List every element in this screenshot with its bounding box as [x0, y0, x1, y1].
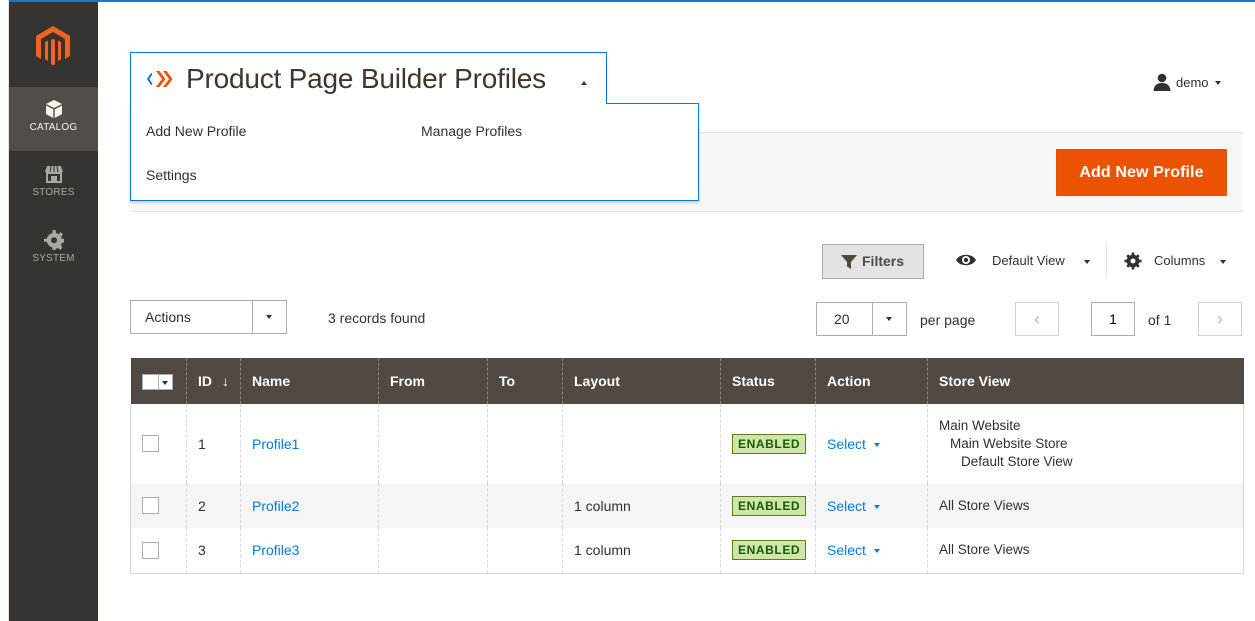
sidebar-item-label: STORES	[32, 187, 75, 198]
cell-to	[487, 483, 563, 528]
left-edge-strip	[0, 0, 9, 621]
title-dropdown-menu: Add New Profile Manage Profiles Settings	[130, 103, 699, 201]
previous-page-button[interactable]: ‹	[1015, 302, 1059, 336]
sidebar-item-catalog[interactable]: CATALOG	[9, 87, 98, 151]
sidebar-item-stores[interactable]: STORES	[9, 152, 98, 216]
chevron-down-icon	[873, 549, 880, 554]
funnel-icon	[841, 255, 857, 269]
cell-id: 3	[186, 528, 241, 574]
records-count: 3 records found	[328, 310, 426, 326]
sidebar-item-label: CATALOG	[29, 122, 78, 133]
cell-layout: 1 column	[562, 528, 721, 574]
cell-id: 2	[186, 483, 241, 528]
chevron-down-icon	[161, 380, 168, 385]
chevron-down-icon	[873, 442, 880, 447]
column-header-from[interactable]: From	[378, 358, 488, 404]
page-title-switcher[interactable]: Product Page Builder Profiles	[130, 52, 607, 104]
cell-layout	[562, 404, 721, 483]
per-page-value: 20	[834, 311, 850, 327]
column-header-layout[interactable]: Layout	[562, 358, 721, 404]
profile-name-link[interactable]: Profile3	[252, 542, 299, 558]
row-action-select[interactable]: Select	[827, 498, 882, 514]
page-title: Product Page Builder Profiles	[186, 63, 546, 94]
table-row[interactable]: 3 Profile3 1 column ENABLED Select All S…	[130, 528, 1244, 574]
next-page-button[interactable]: ›	[1198, 302, 1242, 336]
box-icon	[45, 100, 62, 118]
sidebar-item-system[interactable]: SYSTEM	[9, 218, 98, 282]
storefront-icon	[44, 165, 63, 183]
magento-logo-icon[interactable]	[35, 26, 71, 66]
cell-store-view: All Store Views	[927, 528, 1244, 574]
add-new-profile-button[interactable]: Add New Profile	[1056, 149, 1227, 196]
profile-name-link[interactable]: Profile2	[252, 498, 299, 514]
per-page-label: per page	[920, 312, 976, 328]
profiles-grid: ID ↓ Name From To Layout Status Action St…	[130, 358, 1244, 574]
caret-up-icon	[581, 81, 587, 85]
chevron-left-icon: ‹	[1034, 309, 1040, 329]
per-page-dropdown-toggle[interactable]	[872, 303, 906, 335]
cell-to	[487, 528, 563, 574]
mass-select-checkbox[interactable]	[141, 373, 175, 390]
sidebar-item-label: SYSTEM	[32, 253, 75, 264]
admin-sidebar: CATALOG STORES SYSTEM	[9, 2, 98, 621]
row-checkbox[interactable]	[142, 542, 159, 560]
filters-label: Filters	[862, 253, 905, 269]
view-label: Default View	[992, 253, 1065, 268]
cell-from	[378, 528, 488, 574]
status-badge: ENABLED	[732, 433, 807, 454]
filters-button[interactable]: Filters	[822, 244, 924, 279]
toolbar-divider	[1106, 242, 1107, 278]
cell-to	[487, 404, 563, 483]
mass-select-header[interactable]	[130, 358, 187, 404]
table-row[interactable]: 1 Profile1 ENABLED Select Main Website M…	[130, 404, 1244, 483]
cell-id: 1	[186, 404, 241, 483]
chevron-down-icon	[266, 315, 272, 319]
row-action-select[interactable]: Select	[827, 542, 882, 558]
main-content: Product Page Builder Profiles Add New Pr…	[98, 2, 1255, 621]
column-header-store-view[interactable]: Store View	[927, 358, 1244, 404]
column-header-status[interactable]: Status	[720, 358, 816, 404]
column-header-id[interactable]: ID ↓	[186, 358, 241, 404]
cell-store-view: All Store Views	[927, 483, 1244, 528]
cell-store-view: Main Website Main Website Store Default …	[927, 404, 1244, 483]
columns-label: Columns	[1154, 253, 1206, 268]
page-total: of 1	[1148, 312, 1172, 328]
user-icon	[1153, 73, 1171, 91]
profile-name-link[interactable]: Profile1	[252, 436, 299, 452]
chevron-down-icon	[1215, 81, 1221, 85]
gear-icon	[43, 230, 64, 250]
menu-add-new-profile[interactable]: Add New Profile	[146, 123, 246, 139]
eye-icon	[956, 254, 976, 266]
chevron-down-icon	[886, 317, 892, 321]
gear-icon	[1124, 252, 1142, 270]
user-name: demo	[1176, 75, 1209, 90]
column-header-name[interactable]: Name	[240, 358, 379, 404]
chevron-down-icon	[873, 504, 880, 509]
actions-dropdown-toggle[interactable]	[252, 301, 286, 333]
page-number-input[interactable]	[1091, 302, 1135, 336]
column-header-action: Action	[815, 358, 928, 404]
actions-label: Actions	[145, 309, 191, 325]
status-badge: ENABLED	[732, 495, 807, 516]
builder-logo-icon	[147, 71, 173, 87]
chevron-down-icon	[1084, 260, 1090, 264]
mass-actions-select[interactable]: Actions	[130, 300, 287, 334]
table-row[interactable]: 2 Profile2 1 column ENABLED Select All S…	[130, 483, 1244, 528]
row-checkbox[interactable]	[142, 435, 159, 453]
cell-layout: 1 column	[562, 483, 721, 528]
per-page-select[interactable]: 20	[816, 302, 907, 336]
cell-from	[378, 404, 488, 483]
chevron-down-icon	[1220, 260, 1226, 264]
row-checkbox[interactable]	[142, 497, 159, 515]
menu-settings[interactable]: Settings	[146, 167, 197, 183]
menu-manage-profiles[interactable]: Manage Profiles	[421, 123, 522, 139]
grid-header-row: ID ↓ Name From To Layout Status Action St…	[130, 358, 1244, 404]
chevron-right-icon: ›	[1217, 309, 1223, 329]
status-badge: ENABLED	[732, 540, 807, 561]
column-header-to[interactable]: To	[487, 358, 563, 404]
row-action-select[interactable]: Select	[827, 436, 882, 452]
sort-arrow-icon: ↓	[222, 373, 229, 389]
cell-from	[378, 483, 488, 528]
